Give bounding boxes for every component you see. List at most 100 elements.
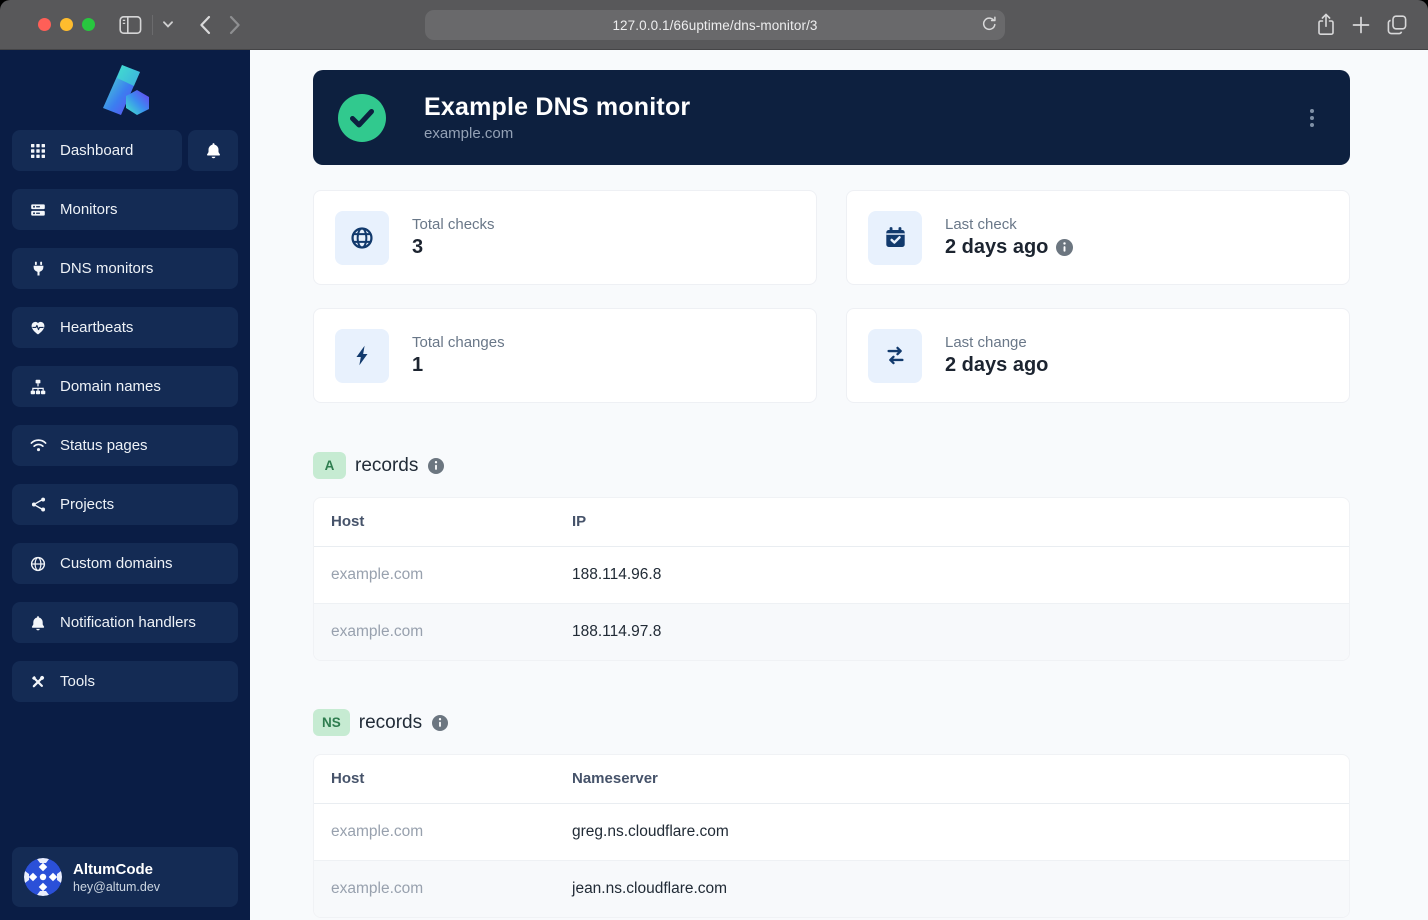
sidebar: Dashboard Monitors DNS monitors Heartbea…	[0, 50, 250, 920]
stat-value: 1	[412, 354, 424, 376]
browser-toolbar: 127.0.0.1/66uptime/dns-monitor/3	[0, 0, 1428, 50]
table-row: example.com 188.114.96.8	[314, 546, 1349, 603]
stat-label: Total changes	[412, 334, 505, 351]
wifi-icon	[29, 438, 47, 453]
record-host: example.com	[331, 879, 424, 897]
globe-icon	[29, 556, 47, 572]
avatar	[24, 858, 62, 896]
section-title-text: records	[355, 454, 419, 476]
column-header: Host	[314, 498, 555, 547]
column-header: Nameserver	[555, 755, 1349, 804]
stat-card-total-changes: Total changes 1	[313, 308, 817, 403]
globe-icon	[335, 210, 389, 265]
tools-icon	[29, 674, 47, 690]
a-records-section-title: A records	[313, 452, 1350, 479]
record-value: jean.ns.cloudflare.com	[572, 879, 728, 897]
record-type-badge: A	[313, 452, 346, 479]
sidebar-item-domain-names[interactable]: Domain names	[12, 366, 238, 407]
stat-value: 3	[412, 236, 424, 258]
status-up-indicator	[338, 93, 386, 142]
server-icon	[29, 202, 47, 218]
monitor-actions-menu-button[interactable]	[1304, 103, 1320, 133]
record-host: example.com	[331, 822, 424, 840]
sidebar-item-status-pages[interactable]: Status pages	[12, 425, 238, 466]
sidebar-item-label: Dashboard	[60, 142, 134, 159]
exchange-icon	[868, 328, 922, 383]
share-nodes-icon	[29, 497, 47, 512]
bell-icon	[29, 615, 47, 631]
user-name: AltumCode	[73, 860, 153, 878]
check-icon	[338, 94, 386, 142]
sidebar-item-label: Monitors	[60, 201, 118, 218]
plug-icon	[29, 261, 47, 276]
sidebar-toggle-icon[interactable]	[119, 15, 142, 35]
calendar-check-icon	[868, 210, 922, 265]
tab-overview-icon[interactable]	[1386, 14, 1408, 36]
stat-label: Last change	[945, 334, 1027, 351]
bolt-icon	[335, 328, 389, 383]
column-header: IP	[555, 498, 1349, 547]
app-logo[interactable]	[12, 50, 238, 130]
grid-icon	[29, 143, 47, 159]
toolbar-divider	[152, 14, 153, 35]
stat-label: Last check	[945, 216, 1017, 233]
record-type-badge: NS	[313, 709, 350, 736]
table-header-row: Host Nameserver	[314, 755, 1349, 804]
table-row: example.com greg.ns.cloudflare.com	[314, 803, 1349, 860]
section-title-text: records	[358, 711, 423, 733]
sidebar-item-label: Tools	[60, 673, 96, 690]
info-icon[interactable]	[432, 714, 449, 731]
sitemap-icon	[29, 379, 47, 395]
share-icon[interactable]	[1316, 13, 1336, 37]
chevron-down-icon[interactable]	[159, 17, 177, 32]
sidebar-item-label: Custom domains	[60, 555, 173, 572]
user-email: hey@altum.dev	[73, 879, 161, 894]
page-title: Example DNS monitor	[424, 93, 691, 121]
sidebar-item-label: Projects	[60, 496, 115, 513]
stat-card-last-check: Last check 2 days ago	[846, 190, 1350, 285]
user-profile-card[interactable]: AltumCode hey@altum.dev	[12, 847, 238, 907]
monitor-hostname: example.com	[424, 125, 514, 142]
main-content: Example DNS monitor example.com Total ch…	[250, 50, 1428, 920]
column-header: Host	[314, 755, 555, 804]
monitor-header-card: Example DNS monitor example.com	[313, 70, 1350, 165]
notifications-bell-button[interactable]	[188, 130, 238, 171]
sidebar-item-dns-monitors[interactable]: DNS monitors	[12, 248, 238, 289]
reload-icon[interactable]	[981, 15, 997, 33]
sidebar-item-projects[interactable]: Projects	[12, 484, 238, 525]
info-icon[interactable]	[428, 457, 445, 474]
stat-value: 2 days ago	[945, 236, 1049, 258]
record-host: example.com	[331, 622, 424, 640]
close-window-button[interactable]	[38, 18, 51, 31]
a-records-table: Host IP example.com 188.114.96.8 example…	[313, 497, 1350, 661]
sidebar-item-label: Domain names	[60, 378, 161, 395]
sidebar-item-tools[interactable]: Tools	[12, 661, 238, 702]
stat-card-last-change: Last change 2 days ago	[846, 308, 1350, 403]
sidebar-item-heartbeats[interactable]: Heartbeats	[12, 307, 238, 348]
minimize-window-button[interactable]	[60, 18, 73, 31]
sidebar-item-label: Heartbeats	[60, 319, 134, 336]
ns-records-table: Host Nameserver example.com greg.ns.clou…	[313, 754, 1350, 918]
stat-card-total-checks: Total checks 3	[313, 190, 817, 285]
heart-pulse-icon	[29, 320, 47, 336]
sidebar-item-monitors[interactable]: Monitors	[12, 189, 238, 230]
forward-button[interactable]	[229, 15, 241, 35]
new-tab-icon[interactable]	[1352, 16, 1370, 34]
sidebar-item-label: DNS monitors	[60, 260, 154, 277]
back-button[interactable]	[199, 15, 211, 35]
table-header-row: Host IP	[314, 498, 1349, 547]
sidebar-item-custom-domains[interactable]: Custom domains	[12, 543, 238, 584]
traffic-lights	[38, 18, 95, 31]
bell-icon	[205, 142, 222, 159]
table-row: example.com 188.114.97.8	[314, 603, 1349, 660]
record-host: example.com	[331, 565, 424, 583]
sidebar-item-dashboard[interactable]: Dashboard	[12, 130, 182, 171]
url-bar[interactable]: 127.0.0.1/66uptime/dns-monitor/3	[425, 10, 1005, 40]
sidebar-item-notification-handlers[interactable]: Notification handlers	[12, 602, 238, 643]
sidebar-item-label: Status pages	[60, 437, 148, 454]
zoom-window-button[interactable]	[82, 18, 95, 31]
url-text: 127.0.0.1/66uptime/dns-monitor/3	[612, 17, 818, 33]
info-icon[interactable]	[1056, 239, 1074, 256]
record-value: 188.114.97.8	[572, 622, 662, 640]
record-value: greg.ns.cloudflare.com	[572, 822, 729, 840]
